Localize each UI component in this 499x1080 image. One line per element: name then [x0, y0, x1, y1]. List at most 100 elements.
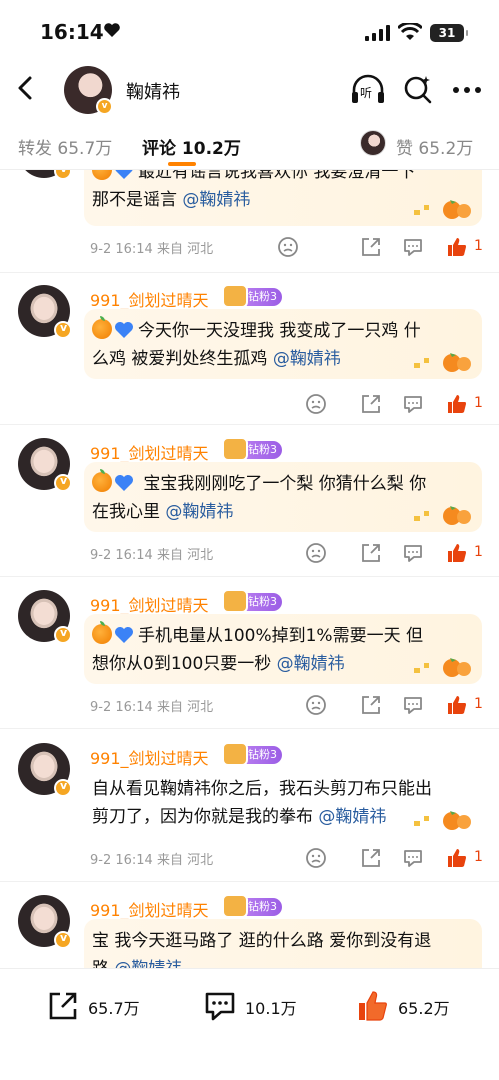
comment-icon[interactable] [402, 393, 424, 415]
like-icon[interactable] [446, 542, 468, 564]
share-icon [49, 992, 77, 1020]
dislike-icon[interactable] [305, 393, 327, 415]
more-icon[interactable] [452, 86, 482, 94]
fan-badge: 钻粉3 [222, 589, 282, 613]
fan-badge-icon [222, 894, 248, 918]
comment-icon[interactable] [402, 847, 424, 869]
like-icon[interactable] [446, 694, 468, 716]
comment-text: 自从看见鞠婧祎你之后，我石头剪刀布只能出 [92, 779, 432, 799]
comment-text: 手机电量从100%掉到1%需要一天 但 [138, 626, 423, 646]
verified-badge-icon [54, 626, 72, 644]
mention-link[interactable]: @鞠婧祎 [182, 190, 250, 210]
mention-link[interactable]: @鞠婧祎 [114, 959, 182, 968]
search-icon[interactable] [402, 74, 434, 106]
comment-icon[interactable] [402, 236, 424, 258]
tab-comment[interactable]: 评论 10.2万 [142, 134, 241, 159]
comment-icon[interactable] [402, 694, 424, 716]
tab-comment-count: 10.2万 [181, 139, 241, 159]
divider [0, 424, 499, 425]
like-icon[interactable] [446, 847, 468, 869]
blue-heart-icon [115, 170, 133, 179]
tab-repost[interactable]: 转发 65.7万 [18, 134, 112, 159]
tab-repost-count: 65.7万 [57, 139, 113, 159]
battery-indicator: 31 [430, 24, 468, 42]
share-icon[interactable] [360, 393, 382, 415]
tab-active-indicator [168, 162, 196, 166]
comment-meta: 9-2 16:14 来自 河北 [90, 544, 213, 563]
listen-label: 听 [360, 86, 373, 100]
comment-text-cont: 路 [92, 959, 109, 968]
share-icon[interactable] [360, 542, 382, 564]
comment-bubble: 自从看见鞠婧祎你之后，我石头剪刀布只能出 剪刀了，因为你就是我的拳布 @鞠婧祎 [84, 767, 482, 837]
blue-heart-icon [115, 322, 133, 338]
like-button[interactable]: 65.2万 [356, 989, 466, 1023]
username[interactable]: 991_剑划过晴天 [90, 440, 209, 464]
page-title: 鞠婧祎 [126, 82, 180, 103]
comment-time: 9-2 16:14 [90, 242, 153, 257]
tab-like-count: 65.2万 [418, 139, 474, 159]
username[interactable]: 991_剑划过晴天 [90, 287, 209, 311]
status-bar: 16:14 31 [0, 0, 499, 62]
comment-button[interactable]: 10.1万 [203, 989, 313, 1023]
share-icon[interactable] [360, 236, 382, 258]
status-time: 16:14 [40, 20, 104, 44]
comment-source: 来自 河北 [156, 548, 214, 563]
divider [0, 728, 499, 729]
username[interactable]: 991_剑划过晴天 [90, 592, 209, 616]
like-icon [359, 991, 387, 1021]
comment-time: 9-2 16:14 [90, 548, 153, 563]
nav-header: v 鞠婧祎 听 [0, 62, 499, 118]
comment-bubble: 今天你一天没理我 我变成了一只鸡 什么鸡 被爱判处终生孤鸡 @鞠婧祎 [84, 309, 482, 379]
like-count: 1 [474, 238, 483, 254]
orange-decoration-icon [414, 811, 471, 830]
orange-emoji-icon [92, 621, 112, 644]
dislike-icon[interactable] [305, 694, 327, 716]
dislike-icon[interactable] [277, 236, 299, 258]
verified-badge-icon: v [96, 98, 113, 115]
orange-emoji-icon [92, 170, 112, 180]
comment-icon[interactable] [402, 542, 424, 564]
verified-badge-icon [54, 931, 72, 949]
fan-badge: 钻粉3 [222, 284, 282, 308]
fan-badge-label: 钻粉3 [248, 900, 277, 913]
comment-source: 来自 河北 [156, 853, 214, 868]
comment-count: 10.1万 [245, 999, 297, 1018]
comment-meta: 9-2 16:14 来自 河北 [90, 696, 213, 715]
username[interactable]: 991_剑划过晴天 [90, 897, 209, 921]
fan-badge-icon [222, 437, 248, 461]
tab-like[interactable]: 赞 65.2万 [396, 134, 473, 159]
comment-text-cont: 在我心里 [92, 502, 160, 522]
comment-text-cont: 剪刀了，因为你就是我的拳布 [92, 807, 313, 827]
comment-source: 来自 河北 [156, 700, 214, 715]
comment-bubble: 手机电量从100%掉到1%需要一天 但想你从0到100只要一秒 @鞠婧祎 [84, 614, 482, 684]
comment-text: 宝 我今天逛马路了 逛的什么路 爱你到没有退 [92, 931, 432, 951]
mention-link[interactable]: @鞠婧祎 [277, 654, 345, 674]
like-icon[interactable] [446, 393, 468, 415]
fan-badge: 钻粉3 [222, 894, 282, 918]
comment-item: 991_剑划过晴天 钻粉3 手机电量从100%掉到1%需要一天 但想你从0到10… [0, 578, 499, 730]
dislike-icon[interactable] [305, 542, 327, 564]
fan-badge-label: 钻粉3 [248, 748, 277, 761]
share-icon[interactable] [360, 847, 382, 869]
back-icon[interactable] [12, 74, 40, 102]
comment-item: 991_剑划过晴天 钻粉3 今天你一天没理我 我变成了一只鸡 什么鸡 被爱判处终… [0, 273, 499, 435]
share-icon[interactable] [360, 694, 382, 716]
comment-meta: 9-2 16:14 来自 河北 [90, 238, 213, 257]
fan-badge-icon [222, 589, 248, 613]
verified-badge-icon [54, 474, 72, 492]
mention-link[interactable]: @鞠婧祎 [318, 807, 386, 827]
mention-link[interactable]: @鞠婧祎 [273, 349, 341, 369]
repost-button[interactable]: 65.7万 [46, 989, 156, 1023]
divider [0, 576, 499, 577]
comment-item: 991_剑划过晴天 钻粉3 宝宝我刚刚吃了一个梨 你猜什么梨 你在我心里 @鞠婧… [0, 426, 499, 578]
comment-bubble: 宝宝我刚刚吃了一个梨 你猜什么梨 你在我心里 @鞠婧祎 [84, 462, 482, 532]
username[interactable]: 991_剑划过晴天 [90, 745, 209, 769]
like-icon[interactable] [446, 236, 468, 258]
comment-item: 991_剑划过晴天 钻粉3 宝 我今天逛马路了 逛的什么路 爱你到没有退路 @鞠… [0, 883, 499, 968]
fan-badge-label: 钻粉3 [248, 290, 277, 303]
repost-count: 65.7万 [88, 999, 140, 1018]
dislike-icon[interactable] [305, 847, 327, 869]
mention-link[interactable]: @鞠婧祎 [165, 502, 233, 522]
comment-time: 9-2 16:14 [90, 700, 153, 715]
comment-feed[interactable]: 最近有谣言说我喜欢你 我要澄清一下那不是谣言 @鞠婧祎 9-2 16:14 来自… [0, 170, 499, 968]
